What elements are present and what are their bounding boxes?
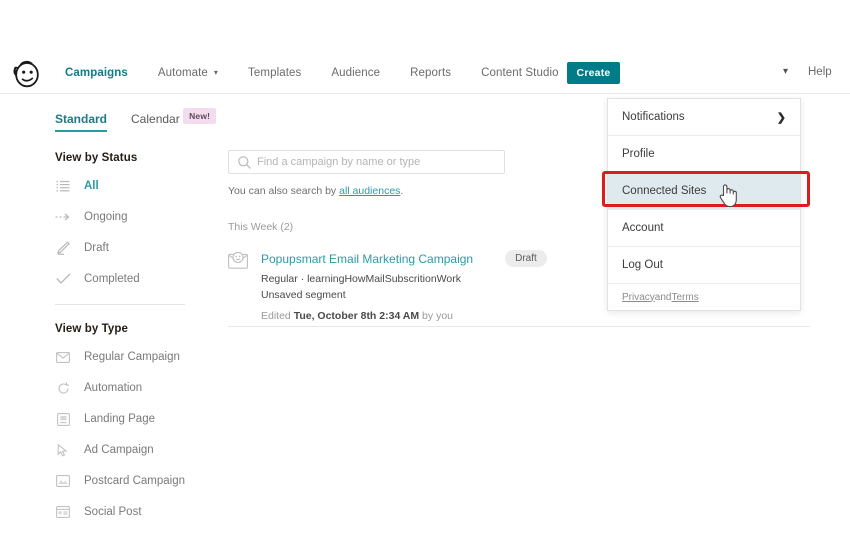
sidebar-item-completed[interactable]: Completed [55, 268, 215, 290]
nav-label-campaigns: Campaigns [65, 67, 128, 79]
edited-date: Tue, October 8th 2:34 AM [293, 310, 420, 322]
search-hint-suffix: . [400, 185, 404, 197]
campaign-edited-info: Edited Tue, October 8th 2:34 AM by you [261, 310, 810, 322]
menu-item-account[interactable]: Account [608, 210, 800, 247]
nav-label-templates: Templates [248, 67, 302, 79]
sidebar-label-ongoing: Ongoing [84, 211, 128, 223]
campaign-title-link[interactable]: Popupsmart Email Marketing Campaign [261, 252, 473, 266]
nav-label-audience: Audience [331, 67, 381, 79]
edited-prefix: Edited [261, 310, 294, 322]
account-dropdown-menu: Notifications ❯ Profile Connected Sites … [607, 98, 801, 311]
terms-link[interactable]: Terms [671, 292, 698, 303]
social-post-icon [55, 504, 71, 520]
menu-label-account: Account [622, 222, 664, 234]
sidebar-item-draft[interactable]: Draft [55, 237, 215, 259]
sidebar-label-completed: Completed [84, 273, 140, 285]
top-navigation-bar: Campaigns Automate ▾ Templates Audience R… [0, 0, 850, 94]
menu-footer: Privacy and Terms [608, 284, 800, 310]
chevron-down-icon: ▾ [213, 68, 219, 77]
mailchimp-campaigns-page: Campaigns Automate ▾ Templates Audience R… [0, 0, 850, 550]
hand-pointer-cursor-icon [717, 182, 739, 208]
create-button[interactable]: Create [567, 62, 620, 84]
tab-standard[interactable]: Standard [55, 112, 108, 132]
view-by-type-heading: View by Type [55, 323, 128, 335]
nav-label-automate: Automate [157, 67, 208, 79]
footer-and: and [654, 291, 672, 303]
view-by-status-heading: View by Status [55, 152, 138, 164]
sidebar-label-automation: Automation [84, 382, 143, 394]
tab-standard-label: Standard [55, 112, 108, 126]
menu-item-profile[interactable]: Profile [608, 136, 800, 173]
menu-item-connected-sites[interactable]: Connected Sites [608, 173, 800, 210]
sidebar-label-landing-page: Landing Page [84, 413, 155, 425]
campaign-row-divider [228, 326, 810, 327]
sidebar-item-ad-campaign[interactable]: Ad Campaign [55, 439, 215, 461]
sidebar-label-regular-campaign: Regular Campaign [84, 351, 180, 363]
search-icon [238, 156, 251, 174]
sidebar-label-postcard-campaign: Postcard Campaign [84, 475, 185, 487]
nav-item-automate[interactable]: Automate ▾ [143, 63, 233, 83]
tab-calendar[interactable]: Calendar New! [131, 108, 217, 132]
search-box[interactable] [228, 150, 505, 174]
landing-page-icon [55, 411, 71, 427]
chevron-right-icon: ❯ [776, 111, 786, 124]
search-input[interactable] [229, 151, 504, 173]
menu-item-notifications[interactable]: Notifications ❯ [608, 99, 800, 136]
menu-label-profile: Profile [622, 148, 655, 160]
menu-label-log-out: Log Out [622, 259, 663, 271]
account-menu-chevron-down-icon[interactable]: ▾ [783, 66, 788, 77]
tab-calendar-label: Calendar [131, 112, 180, 126]
help-link[interactable]: Help [808, 66, 832, 78]
nav-label-reports: Reports [410, 67, 452, 79]
nav-label-content-studio: Content Studio [481, 67, 559, 79]
edited-suffix: by you [419, 310, 453, 322]
sidebar-divider [55, 304, 185, 305]
campaign-envelope-smile-icon [228, 251, 248, 271]
sidebar-item-automation[interactable]: Automation [55, 377, 215, 399]
search-hint-prefix: You can also search by [228, 185, 340, 197]
menu-label-connected-sites: Connected Sites [622, 185, 707, 197]
filters-sidebar: View by Status All Ongoing Draft Complet… [55, 152, 215, 532]
sidebar-label-social-post: Social Post [84, 506, 142, 518]
refresh-circle-icon [55, 380, 71, 396]
main-nav-links: Campaigns Automate ▾ Templates Audience R… [50, 63, 574, 83]
menu-item-log-out[interactable]: Log Out [608, 247, 800, 284]
nav-item-templates[interactable]: Templates [233, 63, 316, 83]
nav-item-audience[interactable]: Audience [316, 63, 395, 83]
postcard-icon [55, 473, 71, 489]
list-icon [55, 178, 71, 194]
menu-label-notifications: Notifications [622, 111, 685, 123]
nav-item-content-studio[interactable]: Content Studio [466, 63, 573, 83]
sidebar-item-all[interactable]: All [55, 175, 215, 197]
check-icon [55, 271, 71, 287]
sidebar-item-postcard-campaign[interactable]: Postcard Campaign [55, 470, 215, 492]
campaign-subtabs: Standard Calendar New! [55, 108, 240, 132]
arrow-right-dashed-icon [55, 209, 71, 225]
sidebar-label-ad-campaign: Ad Campaign [84, 444, 154, 456]
status-badge: Draft [505, 250, 547, 267]
sidebar-item-social-post[interactable]: Social Post [55, 501, 215, 523]
mailchimp-freddie-logo[interactable] [10, 58, 44, 88]
nav-item-campaigns[interactable]: Campaigns [50, 63, 143, 83]
nav-item-reports[interactable]: Reports [395, 63, 466, 83]
cursor-arrow-icon [55, 442, 71, 458]
all-audiences-link[interactable]: all audiences [339, 185, 400, 197]
sidebar-label-draft: Draft [84, 242, 109, 254]
sidebar-item-landing-page[interactable]: Landing Page [55, 408, 215, 430]
sidebar-label-all: All [84, 180, 99, 192]
sidebar-item-regular-campaign[interactable]: Regular Campaign [55, 346, 215, 368]
envelope-icon [55, 349, 71, 365]
pencil-icon [55, 240, 71, 256]
privacy-link[interactable]: Privacy [622, 292, 655, 303]
new-badge: New! [183, 108, 217, 124]
sidebar-item-ongoing[interactable]: Ongoing [55, 206, 215, 228]
